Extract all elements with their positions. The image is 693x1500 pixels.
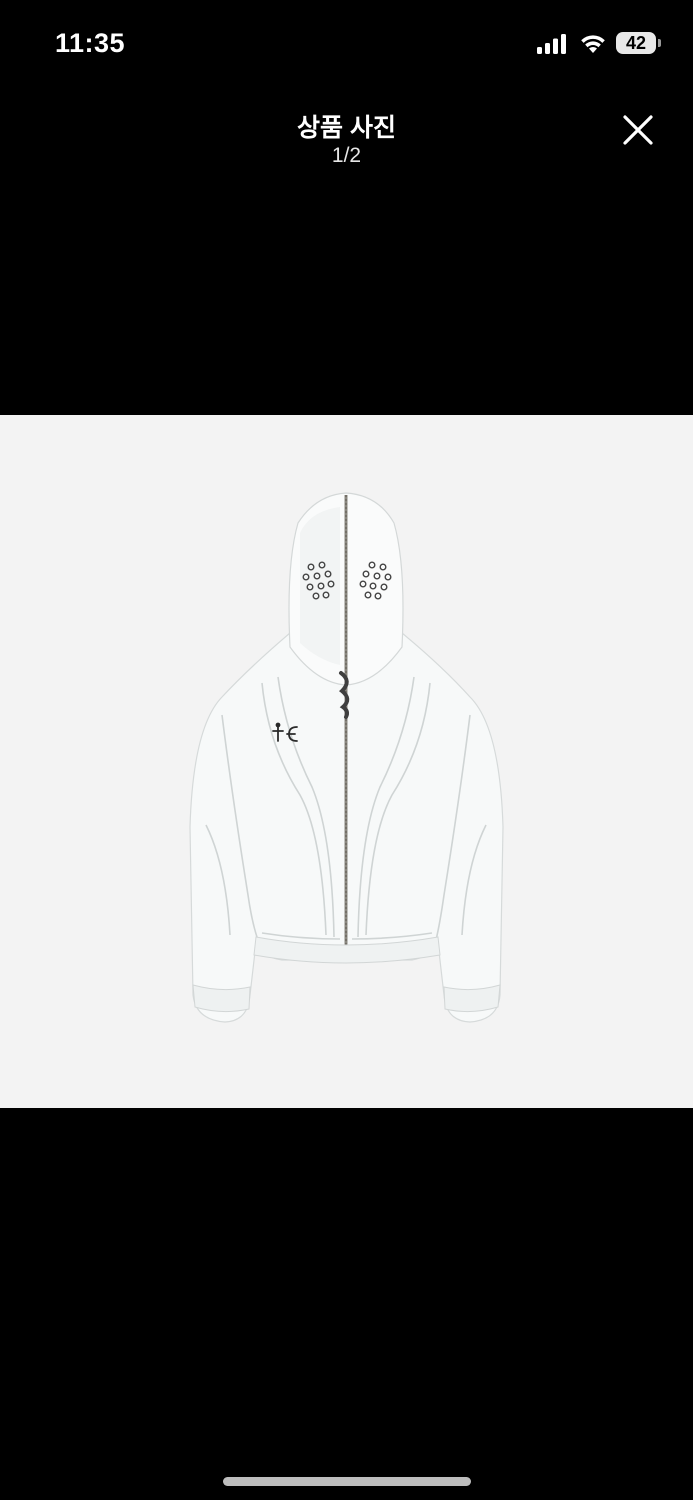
cellular-signal-icon: [537, 34, 566, 54]
status-time: 11:35: [55, 28, 126, 58]
battery-tip: [658, 39, 661, 47]
product-photo[interactable]: [0, 415, 693, 1108]
status-bar: 11:35 42: [0, 0, 693, 90]
hoodie-image: [189, 492, 504, 1023]
close-button[interactable]: [612, 104, 664, 156]
wifi-icon: [581, 35, 605, 53]
photo-viewer-header: 상품 사진 1/2: [0, 100, 693, 180]
page-title: 상품 사진: [297, 114, 396, 142]
close-icon: [623, 115, 653, 145]
home-indicator[interactable]: [223, 1477, 471, 1486]
battery-icon: 42: [616, 32, 662, 56]
photo-counter: 1/2: [331, 144, 362, 167]
battery-level: 42: [625, 32, 647, 53]
